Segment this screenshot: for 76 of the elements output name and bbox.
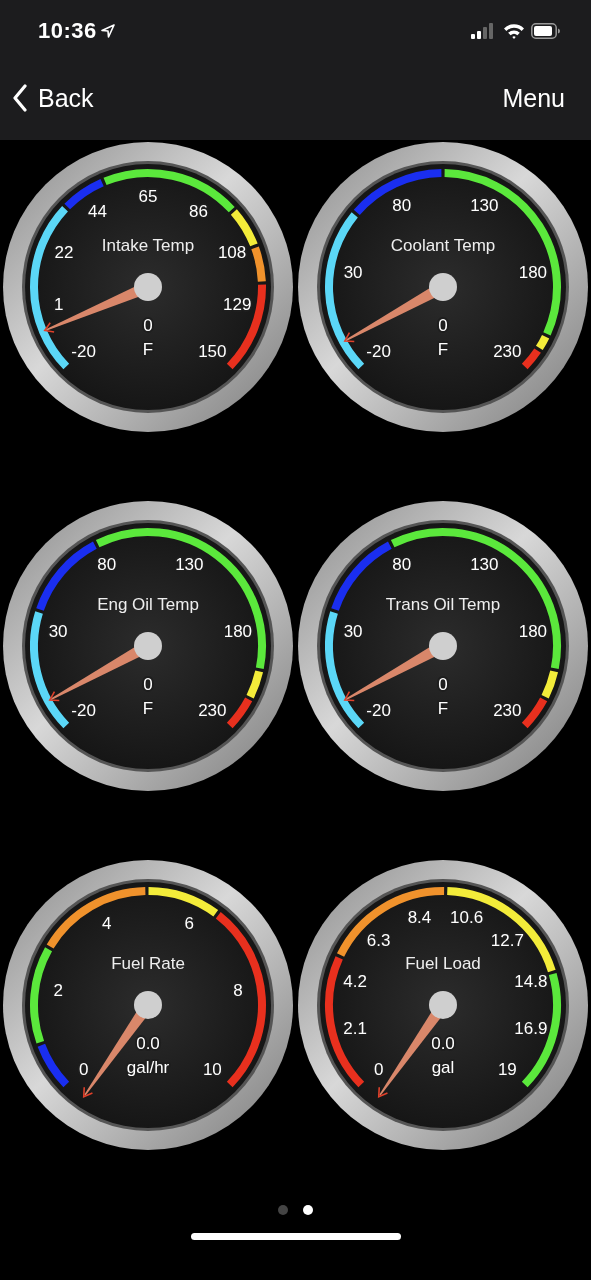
scale-label: -20 xyxy=(71,341,96,361)
scale-label: 4.2 xyxy=(343,971,367,991)
gauge-unit: gal xyxy=(431,1057,455,1077)
chevron-icon xyxy=(12,84,28,112)
gauge-reading: 0 xyxy=(438,315,448,335)
scale-label: -20 xyxy=(71,700,96,720)
wifi-icon xyxy=(503,23,525,39)
scale-label: 2.1 xyxy=(343,1019,367,1039)
scale-label: 6 xyxy=(184,914,195,934)
gauge-title: Trans Oil Temp xyxy=(385,594,501,614)
scale-label: 1 xyxy=(54,295,64,315)
scale-label: 16.9 xyxy=(514,1019,548,1039)
gauge-title: Intake Temp xyxy=(101,235,195,255)
scale-label: 230 xyxy=(493,341,522,361)
scale-label: 0 xyxy=(78,1059,89,1079)
scale-label: -20 xyxy=(366,341,391,361)
scale-label: -20 xyxy=(366,700,391,720)
scale-label: 12.7 xyxy=(490,931,524,951)
scale-label: 2 xyxy=(53,981,63,1001)
needle-hub xyxy=(134,632,162,660)
scale-label: 30 xyxy=(343,622,363,642)
gauge-reading: 0.0 xyxy=(136,1033,160,1053)
clock-time: 10:36 xyxy=(38,18,97,44)
page-dot[interactable] xyxy=(278,1205,288,1215)
gauge-title: Eng Oil Temp xyxy=(97,594,199,614)
gauge-title: Coolant Temp xyxy=(390,235,496,255)
scale-label: 10.6 xyxy=(450,907,484,927)
scale-label: 0 xyxy=(373,1059,384,1079)
scale-label: 80 xyxy=(392,196,412,216)
needle-hub xyxy=(429,991,457,1019)
scale-label: 86 xyxy=(189,201,208,221)
gauge-title: Fuel Load xyxy=(405,953,481,973)
scale-label: 180 xyxy=(223,622,253,642)
scale-label: 8.4 xyxy=(407,907,432,927)
scale-label: 230 xyxy=(493,700,522,720)
gauge-unit: F xyxy=(142,698,154,718)
scale-label: 180 xyxy=(518,622,548,642)
scale-label: 4 xyxy=(101,914,112,934)
battery-icon xyxy=(531,23,561,39)
menu-button[interactable]: Menu xyxy=(502,83,565,113)
gauge-title: Fuel Rate xyxy=(111,953,185,973)
gauge-reading: 0 xyxy=(143,674,153,694)
scale-label: 30 xyxy=(343,263,363,283)
gauge-reading: 0.0 xyxy=(431,1033,455,1053)
scale-label: 19 xyxy=(497,1059,517,1079)
scale-label: 14.8 xyxy=(514,971,548,991)
scale-label: 22 xyxy=(54,242,74,262)
scale-label: 8 xyxy=(233,981,243,1001)
scale-label: 130 xyxy=(175,555,204,575)
scale-label: 65 xyxy=(138,186,158,206)
scale-label: 108 xyxy=(217,242,247,262)
scale-label: 6.3 xyxy=(366,931,391,951)
gauge-reading: 0 xyxy=(438,674,448,694)
scale-label: 44 xyxy=(88,201,107,221)
location-arrow-icon xyxy=(100,24,115,38)
scale-label: 230 xyxy=(198,700,227,720)
gauge-unit: F xyxy=(437,339,449,359)
gauge-unit: F xyxy=(142,339,154,359)
scale-label: 130 xyxy=(470,555,499,575)
page-dot[interactable] xyxy=(303,1205,313,1215)
scale-label: 180 xyxy=(518,263,548,283)
scale-label: 10 xyxy=(202,1059,222,1079)
back-button[interactable]: Back xyxy=(12,83,94,113)
needle-hub xyxy=(134,991,162,1019)
scale-label: 130 xyxy=(470,196,499,216)
scale-label: 80 xyxy=(97,555,117,575)
scale-label: 30 xyxy=(48,622,68,642)
gauge-unit: F xyxy=(437,698,449,718)
scale-label: 80 xyxy=(392,555,412,575)
gauge-reading: 0 xyxy=(143,315,153,335)
scale-label: 150 xyxy=(198,341,227,361)
scale-label: 129 xyxy=(223,295,252,315)
gauge-unit: gal/hr xyxy=(126,1057,170,1077)
needle-hub xyxy=(429,632,457,660)
needle-hub xyxy=(134,273,162,301)
needle-hub xyxy=(429,273,457,301)
